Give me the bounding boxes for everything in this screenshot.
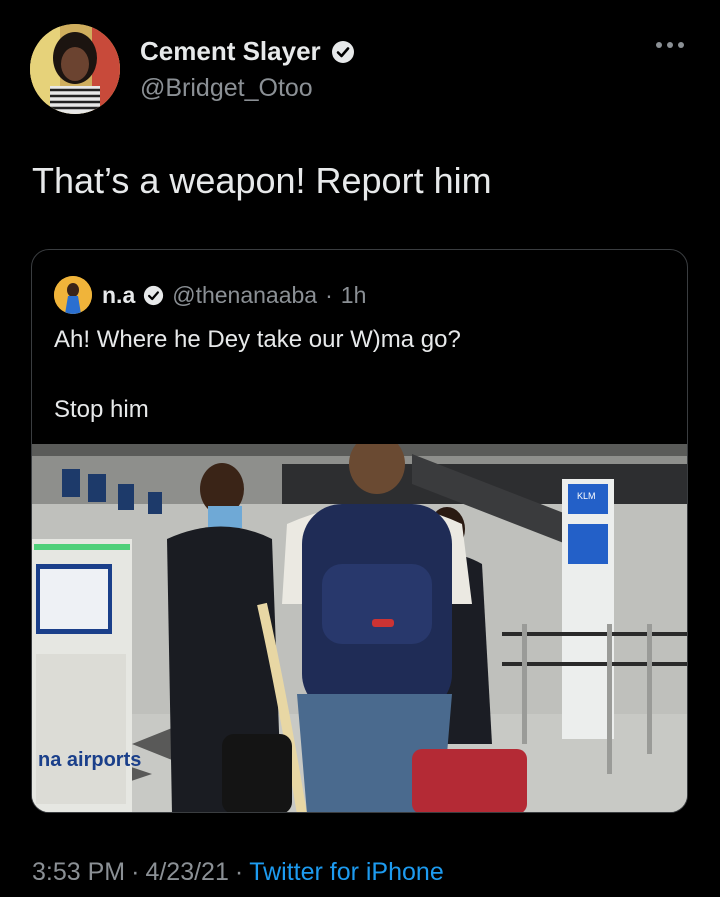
dot-separator: · — [131, 858, 140, 886]
tweet-date[interactable]: 4/23/21 — [145, 858, 228, 886]
quoted-tweet-photo[interactable]: na airports KLM — [32, 444, 687, 812]
author-name-row: Cement Slayer — [140, 36, 355, 67]
dot-separator: · — [234, 858, 244, 886]
tweet-footer: 3:53 PM · 4/23/21 · Twitter for iPhone — [32, 858, 444, 887]
quoted-tweet-text-line: Ah! Where he Dey take our W)ma go? — [54, 326, 461, 353]
author-display-name[interactable]: Cement Slayer — [140, 36, 321, 67]
quoted-tweet-header: n.a @thenanaaba · 1h — [54, 276, 366, 314]
tweet-source-link[interactable]: Twitter for iPhone — [249, 858, 444, 886]
dot-separator: · — [325, 281, 333, 308]
verified-badge-icon — [331, 40, 354, 63]
quoted-tweet[interactable]: n.a @thenanaaba · 1h Ah! Where he Dey ta… — [31, 249, 688, 813]
kiosk-logo: na airports — [38, 749, 141, 771]
quoted-tweet-time: 1h — [340, 281, 367, 308]
tweet-text: That’s a weapon! Report him — [32, 160, 492, 201]
verified-badge-icon — [144, 285, 164, 305]
tweet-time[interactable]: 3:53 PM — [32, 858, 125, 886]
tweet-header: Cement Slayer @Bridget_Otoo — [30, 24, 690, 120]
quoted-author-avatar — [54, 276, 92, 314]
more-options-icon[interactable] — [656, 42, 690, 54]
quoted-author-name: n.a — [102, 281, 136, 308]
author-handle[interactable]: @Bridget_Otoo — [140, 74, 313, 103]
klm-logo: KLM — [577, 491, 596, 501]
quoted-author-handle: @thenanaaba — [172, 281, 318, 308]
author-avatar[interactable] — [30, 24, 120, 114]
quoted-tweet-text-line: Stop him — [54, 396, 149, 423]
